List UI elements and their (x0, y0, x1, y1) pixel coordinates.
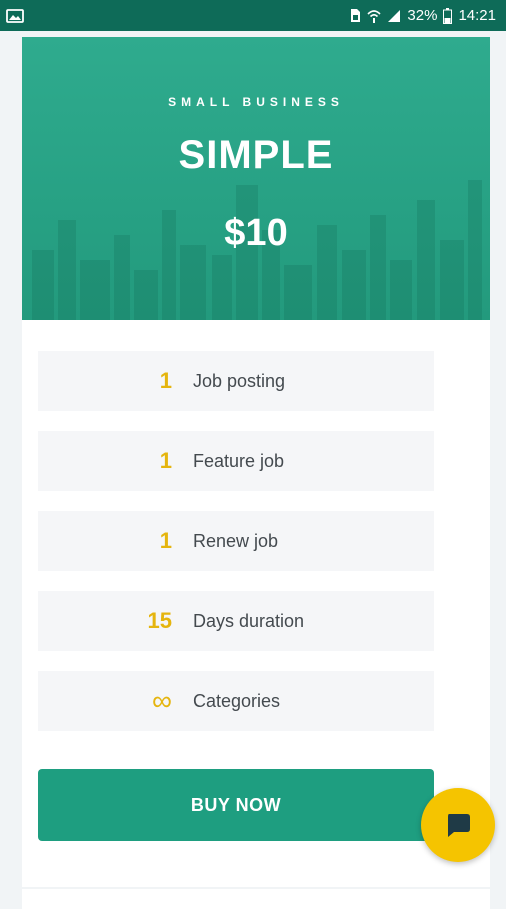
chat-bubble-icon (443, 810, 473, 840)
plan-price: $10 (224, 212, 288, 254)
buy-now-button[interactable]: BUY NOW (38, 769, 434, 841)
signal-icon (387, 9, 401, 23)
plan-header: SMALL BUSINESS SIMPLE $10 (22, 37, 490, 320)
image-notification-icon (6, 8, 24, 23)
feature-label: Categories (193, 690, 281, 711)
feature-value: 1 (159, 368, 172, 393)
feature-row-feature-job: 1 Feature job (38, 431, 434, 491)
battery-icon (443, 7, 453, 24)
infinity-icon: ∞ (152, 685, 172, 716)
feature-value: 1 (159, 448, 172, 473)
chat-button[interactable] (421, 788, 495, 862)
feature-list: 1 Job posting 1 Feature job 1 Renew job … (38, 351, 434, 751)
plan-name: SIMPLE (178, 133, 334, 177)
sim-card-icon (349, 8, 361, 23)
pricing-scroll-area[interactable]: SMALL BUSINESS SIMPLE $10 1 Job posting … (0, 31, 506, 909)
feature-label: Days duration (193, 610, 305, 631)
feature-row-days-duration: 15 Days duration (38, 591, 434, 651)
feature-label: Job posting (193, 370, 286, 391)
feature-value: 15 (147, 608, 172, 633)
feature-label: Feature job (193, 450, 285, 471)
battery-percent: 32% (407, 7, 438, 24)
clock: 14:21 (458, 7, 496, 24)
wifi-icon (367, 9, 381, 23)
feature-row-renew-job: 1 Renew job (38, 511, 434, 571)
plan-subtitle: SMALL BUSINESS (168, 95, 344, 109)
feature-row-categories: ∞ Categories (38, 671, 434, 731)
feature-label: Renew job (193, 530, 279, 551)
feature-value: 1 (159, 528, 172, 553)
feature-row-job-posting: 1 Job posting (38, 351, 434, 411)
next-card-edge (22, 889, 490, 909)
status-bar: 32% 14:21 (0, 0, 506, 31)
